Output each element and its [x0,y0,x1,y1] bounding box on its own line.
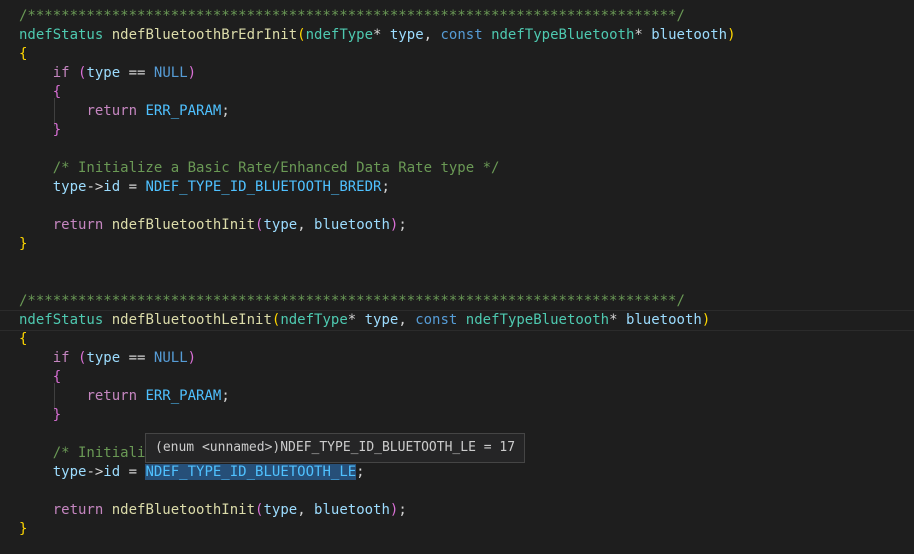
code-line[interactable]: } [0,406,914,425]
call-argument: type [263,217,298,233]
code-editor[interactable]: /***************************************… [0,0,914,554]
code-line[interactable]: } [0,520,914,539]
param-type: ndefType [280,312,348,328]
code-line-function-signature[interactable]: ndefStatus ndefBluetoothBrEdrInit(ndefTy… [0,26,914,45]
code-line-return-call[interactable]: return ndefBluetoothInit(type, bluetooth… [0,216,914,235]
call-argument: bluetooth [314,502,390,518]
function-name[interactable]: ndefBluetoothLeInit [112,312,272,328]
code-line-return[interactable]: return ERR_PARAM; [0,102,914,121]
assign-variable: type [52,179,87,195]
const-keyword: const [440,27,483,43]
comment: /* Initiali [52,445,146,461]
error-constant: ERR_PARAM [145,388,222,404]
code-line[interactable]: } [0,121,914,140]
hover-tooltip: (enum <unnamed>)NDEF_TYPE_ID_BLUETOOTH_L… [145,433,526,463]
function-name[interactable]: ndefBluetoothBrEdrInit [112,27,297,43]
operator: == [128,350,146,366]
code-line[interactable]: { [0,330,914,349]
if-variable: type [86,350,121,366]
enum-constant[interactable]: NDEF_TYPE_ID_BLUETOOTH_BREDR [145,179,381,195]
code-line-assignment[interactable]: type->id = NDEF_TYPE_ID_BLUETOOTH_BREDR; [0,178,914,197]
hovered-enum-constant[interactable]: NDEF_TYPE_ID_BLUETOOTH_LE [145,464,357,480]
code-line-return[interactable]: return ERR_PARAM; [0,387,914,406]
code-line-comment[interactable]: /* Initialize a Basic Rate/Enhanced Data… [0,159,914,178]
code-line[interactable]: { [0,368,914,387]
param-type: ndefTypeBluetooth [491,27,635,43]
code-line-assignment[interactable]: type->id = NDEF_TYPE_ID_BLUETOOTH_LE; [0,463,914,482]
if-variable: type [86,65,121,81]
param-type: ndefType [305,27,374,43]
code-line-if[interactable]: if (type == NULL) [0,64,914,83]
error-constant: ERR_PARAM [145,103,222,119]
assign-field: id [103,179,121,195]
operator: == [128,65,146,81]
param-name: type [389,27,424,43]
param-name: bluetooth [651,27,728,43]
code-line-if[interactable]: if (type == NULL) [0,349,914,368]
function-call[interactable]: ndefBluetoothInit [112,217,255,233]
call-argument: type [263,502,298,518]
assign-variable: type [52,464,87,480]
param-type: ndefTypeBluetooth [465,312,610,328]
assign-field: id [103,464,121,480]
return-type: ndefStatus [19,27,104,43]
const-keyword: const [415,312,458,328]
comment-separator: /***************************************… [19,293,685,309]
if-keyword: if [52,350,70,366]
code-line-return-call[interactable]: return ndefBluetoothInit(type, bluetooth… [0,501,914,520]
param-name: type [364,312,399,328]
param-name: bluetooth [625,312,702,328]
return-type: ndefStatus [19,312,104,328]
code-line[interactable]: { [0,83,914,102]
code-line[interactable]: } [0,235,914,254]
code-line-separator[interactable]: /***************************************… [0,292,914,311]
if-keyword: if [52,65,70,81]
tooltip-text: (enum <unnamed>)NDEF_TYPE_ID_BLUETOOTH_L… [155,440,516,455]
code-line-function-signature-current[interactable]: ndefStatus ndefBluetoothLeInit(ndefType*… [0,310,914,331]
return-keyword: return [86,388,138,404]
return-keyword: return [52,217,104,233]
return-keyword: return [86,103,138,119]
call-argument: bluetooth [314,217,390,233]
comment: /* Initialize a Basic Rate/Enhanced Data… [52,160,500,176]
null-constant: NULL [153,65,188,81]
code-line[interactable]: { [0,45,914,64]
function-call[interactable]: ndefBluetoothInit [112,502,255,518]
comment-separator: /***************************************… [19,8,685,24]
null-constant: NULL [153,350,188,366]
code-line-separator[interactable]: /***************************************… [0,7,914,26]
return-keyword: return [52,502,104,518]
